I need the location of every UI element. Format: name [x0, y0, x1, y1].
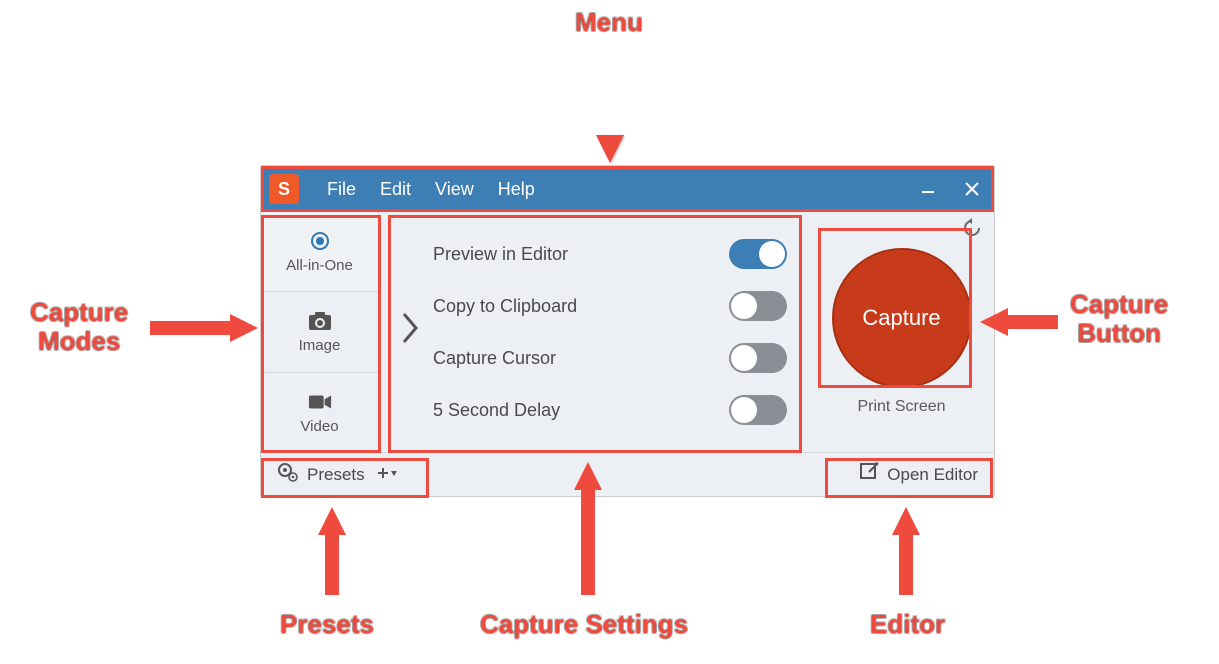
setting-preview-in-editor: Preview in Editor	[433, 239, 787, 269]
setting-5-second-delay: 5 Second Delay	[433, 395, 787, 425]
minimize-button[interactable]	[906, 166, 950, 212]
callout-capture-settings: Capture Settings	[480, 610, 688, 639]
menu-edit[interactable]: Edit	[370, 175, 421, 204]
capture-settings-panel: Preview in Editor Copy to Clipboard Capt…	[379, 212, 809, 452]
setting-label: Preview in Editor	[433, 244, 568, 265]
mode-all-in-one[interactable]: All-in-One	[261, 212, 378, 292]
mode-label: All-in-One	[286, 257, 353, 274]
callout-editor: Editor	[870, 610, 945, 639]
setting-capture-cursor: Capture Cursor	[433, 343, 787, 373]
toggle-preview-in-editor[interactable]	[729, 239, 787, 269]
setting-label: Copy to Clipboard	[433, 296, 577, 317]
add-preset-button[interactable]	[377, 464, 399, 485]
callout-capture-button: Capture Button	[1070, 290, 1168, 347]
toggle-capture-cursor[interactable]	[729, 343, 787, 373]
target-icon	[308, 229, 332, 253]
mode-label: Image	[299, 337, 341, 354]
menu-items: File Edit View Help	[317, 175, 545, 204]
arrow-presets	[312, 505, 352, 605]
open-editor-button[interactable]: Open Editor	[853, 458, 984, 491]
presets-button[interactable]: Presets	[271, 458, 405, 491]
toggle-5-second-delay[interactable]	[729, 395, 787, 425]
open-editor-label: Open Editor	[887, 465, 978, 485]
mode-video[interactable]: Video	[261, 373, 378, 452]
menu-file[interactable]: File	[317, 175, 366, 204]
capture-modes-panel: All-in-One Image Video	[261, 212, 379, 452]
chevron-right-icon[interactable]	[389, 311, 425, 353]
callout-presets: Presets	[280, 610, 374, 639]
app-body: All-in-One Image Video Pre	[261, 212, 994, 452]
mode-image[interactable]: Image	[261, 292, 378, 372]
camera-icon	[308, 309, 332, 333]
menu-view[interactable]: View	[425, 175, 484, 204]
reset-icon[interactable]	[962, 218, 982, 244]
capture-button[interactable]: Capture	[832, 248, 972, 388]
callout-menu: Menu	[575, 8, 643, 37]
window-controls	[906, 166, 994, 212]
capture-area: Capture Print Screen	[809, 212, 994, 452]
mode-label: Video	[300, 418, 338, 435]
setting-label: 5 Second Delay	[433, 400, 560, 421]
toggle-copy-to-clipboard[interactable]	[729, 291, 787, 321]
arrow-editor	[886, 505, 926, 605]
video-icon	[308, 390, 332, 414]
app-window: S File Edit View Help All-in-One	[260, 165, 995, 497]
gears-icon	[277, 462, 299, 487]
menu-help[interactable]: Help	[488, 175, 545, 204]
app-logo: S	[269, 174, 299, 204]
hotkey-label: Print Screen	[857, 398, 945, 416]
menubar: S File Edit View Help	[261, 166, 994, 212]
arrow-menu	[590, 45, 630, 165]
setting-label: Capture Cursor	[433, 348, 556, 369]
close-button[interactable]	[950, 166, 994, 212]
arrow-capture-modes	[140, 308, 260, 348]
callout-capture-modes: Capture Modes	[30, 298, 128, 355]
minimize-icon	[919, 180, 937, 198]
close-icon	[963, 180, 981, 198]
setting-copy-to-clipboard: Copy to Clipboard	[433, 291, 787, 321]
settings-list: Preview in Editor Copy to Clipboard Capt…	[425, 239, 787, 425]
capture-button-label: Capture	[862, 305, 940, 331]
presets-label: Presets	[307, 465, 365, 485]
edit-icon	[859, 462, 879, 487]
app-footer: Presets Open Editor	[261, 452, 994, 496]
